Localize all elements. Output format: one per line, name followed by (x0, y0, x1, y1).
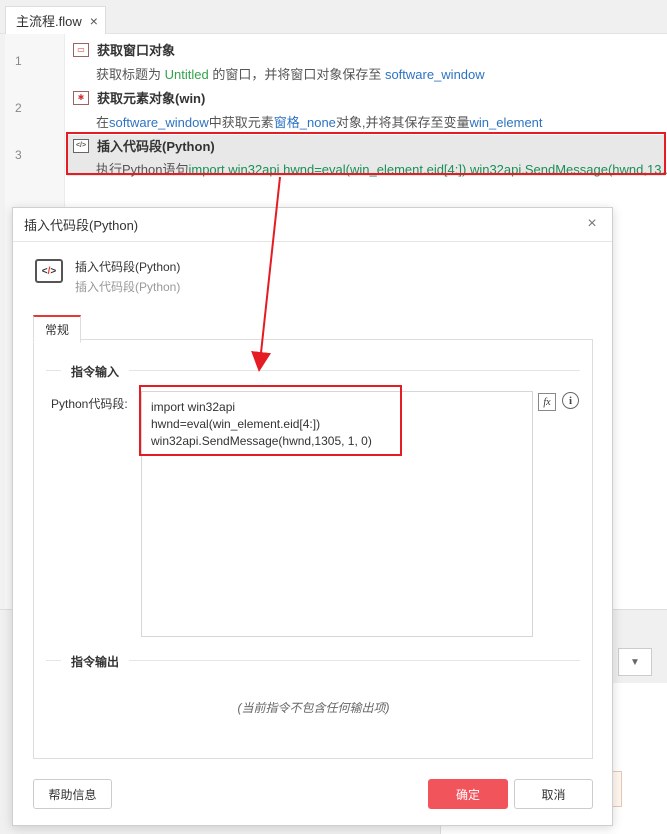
section-output-title: 指令输出 (61, 653, 130, 670)
step-title: 获取元素对象(win) (97, 91, 206, 106)
tab-general[interactable]: 常规 (33, 315, 82, 343)
close-icon[interactable]: × (584, 216, 600, 232)
desc-variable: software_window (384, 67, 485, 82)
desc-window-title: Untitled (164, 67, 209, 82)
desc-text: 获取标题为 (96, 67, 165, 82)
line-number: 2 (15, 101, 22, 115)
desc-text: 的窗口，并将窗口对象保存至 (208, 67, 385, 82)
flow-step-get-window[interactable]: ▭ 获取窗口对象 获取标题为 Untitled 的窗口，并将窗口对象保存至 so… (73, 40, 485, 83)
step-description: 获取标题为 Untitled 的窗口，并将窗口对象保存至 software_wi… (96, 64, 485, 83)
dialog-title: 插入代码段(Python) (24, 218, 139, 233)
desc-variable: win_element (469, 115, 543, 130)
tab-main-flow[interactable]: 主流程.flow × (5, 6, 106, 34)
insert-python-dialog: 插入代码段(Python) × < / > 插入代码段(Python) 插入代码段(… (12, 207, 613, 826)
cancel-button[interactable]: 取消 (514, 779, 593, 809)
help-button[interactable]: 帮助信息 (33, 779, 112, 809)
close-icon[interactable]: × (90, 14, 98, 28)
no-output-text: (当前指令不包含任何输出项) (237, 701, 390, 715)
python-code-label: Python代码段: (51, 397, 128, 411)
tab-label: 主流程.flow (16, 14, 82, 29)
command-subtitle: 插入代码段(Python) (75, 280, 181, 294)
desc-variable: software_window (109, 115, 209, 130)
ok-button[interactable]: 确定 (428, 779, 508, 809)
python-code-editor[interactable]: import win32api hwnd=eval(win_element.ei… (141, 391, 533, 637)
desc-text: 在 (96, 115, 110, 130)
info-icon[interactable]: i (562, 392, 579, 409)
command-info: < / > 插入代码段(Python) 插入代码段(Python) (35, 259, 180, 295)
chevron-down-icon[interactable]: ▼ (618, 648, 652, 676)
flow-step-get-element[interactable]: ✱ 获取元素对象(win) 在software_window中获取元素窗格_no… (73, 88, 543, 131)
dialog-header: 插入代码段(Python) × (13, 208, 612, 242)
dialog-tabs: 常规 (33, 315, 82, 343)
element-icon: ✱ (73, 90, 89, 105)
desc-element-name: 窗格_none (273, 115, 336, 130)
code-icon: </> (35, 259, 63, 283)
line-number: 3 (15, 148, 22, 162)
editor-tabbar: 主流程.flow × (0, 0, 667, 34)
step-highlight-box (66, 132, 666, 175)
section-input-title: 指令输入 (61, 363, 130, 380)
window-icon: ▭ (73, 42, 89, 57)
command-name: 插入代码段(Python) (75, 260, 181, 274)
step-description: 在software_window中获取元素窗格_none对象,并将其保存至变量w… (96, 112, 543, 131)
desc-text: 对象,并将其保存至变量 (335, 115, 470, 130)
fx-icon[interactable]: fx (538, 393, 556, 411)
step-title: 获取窗口对象 (97, 43, 176, 58)
desc-text: 中获取元素 (208, 115, 274, 130)
line-number: 1 (15, 54, 22, 68)
